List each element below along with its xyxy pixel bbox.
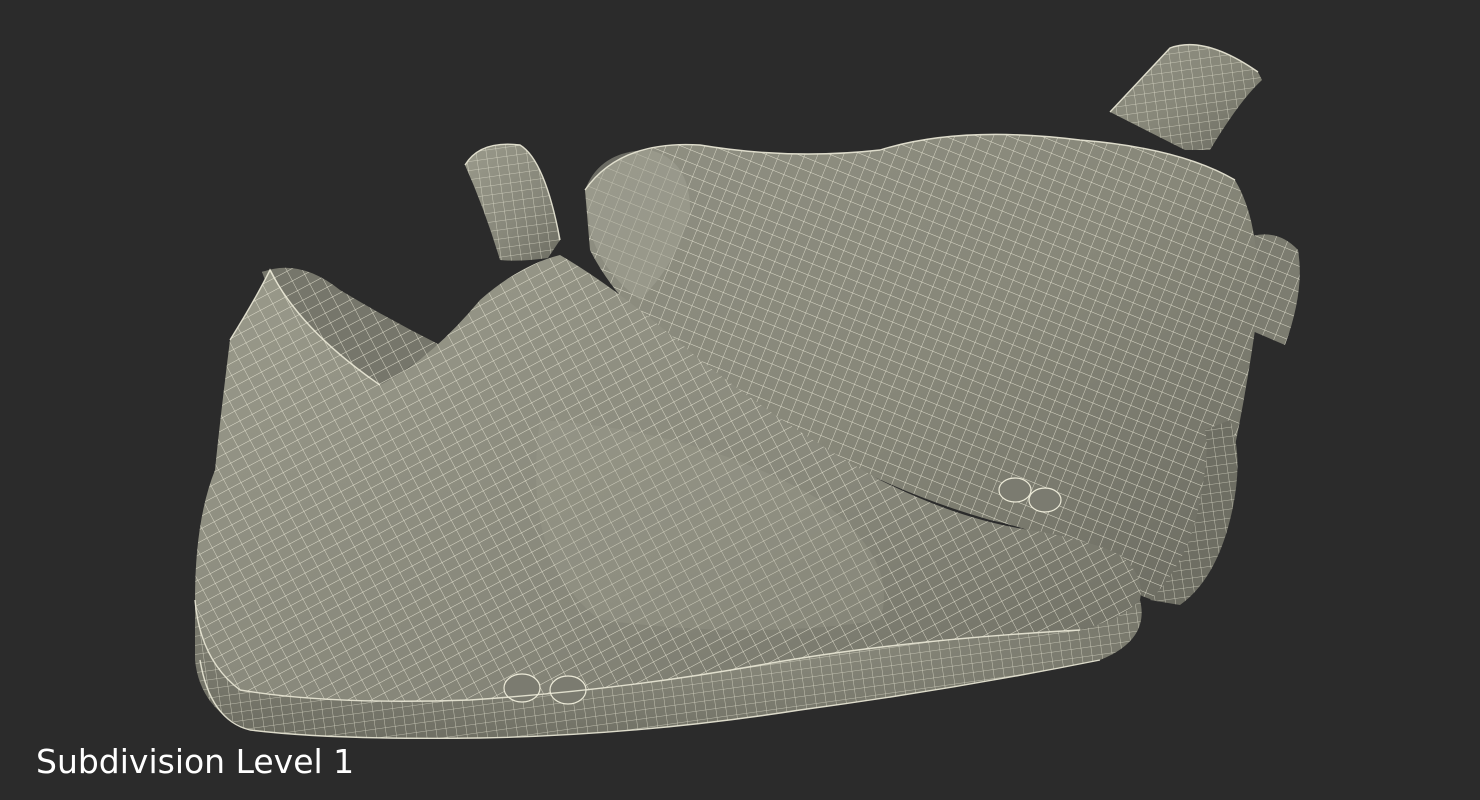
render-viewport: Subdivision Level 1 [0, 0, 1480, 800]
wireframe-shoe-model [194, 44, 1300, 740]
caption-label: Subdivision Level 1 [36, 742, 355, 781]
